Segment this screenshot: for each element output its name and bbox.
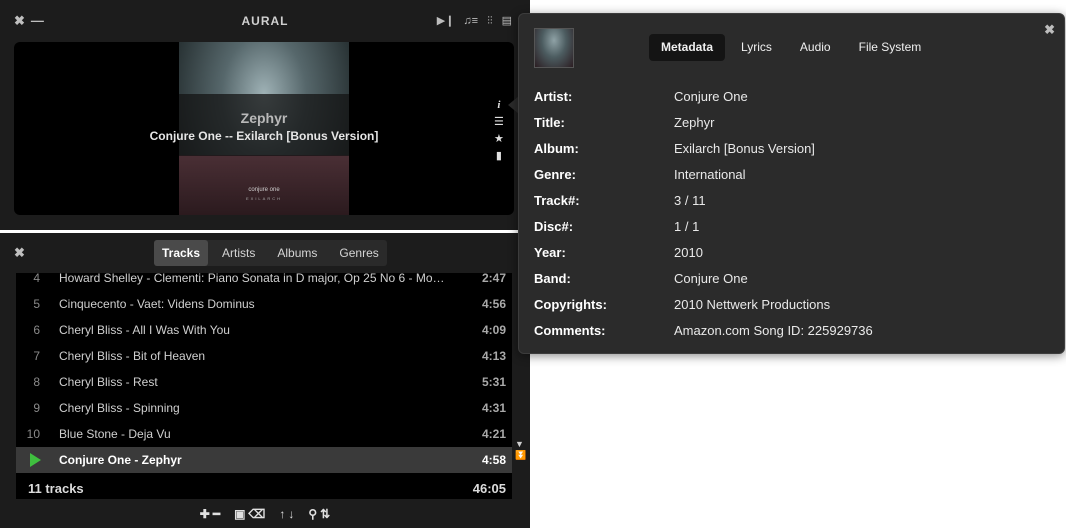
tab-file-system[interactable]: File System xyxy=(847,34,934,61)
now-playing-panel: conjure one EXILARCH Zephyr Conjure One … xyxy=(14,42,514,215)
album-cover-lower xyxy=(179,155,349,215)
metadata-value: Amazon.com Song ID: 225929736 xyxy=(674,323,873,338)
metadata-value: International xyxy=(674,167,746,182)
metadata-key: Album: xyxy=(534,141,579,156)
metadata-key: Copyrights: xyxy=(534,297,607,312)
metadata-value: 2010 Nettwerk Productions xyxy=(674,297,831,312)
track-duration: 4:58 xyxy=(481,453,506,467)
tab-artists[interactable]: Artists xyxy=(214,240,263,266)
metadata-value: Zephyr xyxy=(674,115,715,130)
track-number: 9 xyxy=(33,401,40,415)
track-info-popover: ✖ Metadata Lyrics Audio File System Arti… xyxy=(518,13,1065,354)
info-icon[interactable]: i xyxy=(497,98,500,112)
track-number: 7 xyxy=(33,349,40,363)
track-number: 8 xyxy=(33,375,40,389)
metadata-value: 1 / 1 xyxy=(674,219,700,234)
track-title: Cheryl Bliss - All I Was With You xyxy=(59,323,230,337)
metadata-value: Conjure One xyxy=(674,89,748,104)
scroll-controls: ▼ ⏬ xyxy=(515,440,526,460)
view-toggle-icons: ▶❙ ♫≡ ⫶⫶ ▤ xyxy=(437,14,512,28)
track-row[interactable]: 7 Cheryl Bliss - Bit of Heaven 4:13 xyxy=(16,343,512,369)
track-row[interactable]: 6 Cheryl Bliss - All I Was With You 4:09 xyxy=(16,317,512,343)
metadata-key: Year: xyxy=(534,245,566,260)
metadata-value: 3 / 11 xyxy=(674,193,706,208)
album-thumbnail xyxy=(534,28,574,68)
save-icon[interactable]: ▣ xyxy=(234,507,245,521)
tab-lyrics[interactable]: Lyrics xyxy=(729,34,784,61)
track-row[interactable]: 9 Cheryl Bliss - Spinning 4:31 xyxy=(16,395,512,421)
track-title: Blue Stone - Deja Vu xyxy=(59,427,171,441)
track-number: 4 xyxy=(33,273,40,285)
tab-metadata[interactable]: Metadata xyxy=(649,34,726,61)
metadata-key: Disc#: xyxy=(534,219,574,234)
track-row-playing[interactable]: Conjure One - Zephyr 4:58 xyxy=(16,447,512,473)
popover-close-icon[interactable]: ✖ xyxy=(1044,22,1055,38)
equalizer-icon[interactable]: ⫶⫶ xyxy=(487,14,493,28)
tab-albums[interactable]: Albums xyxy=(269,240,325,266)
metadata-key: Artist: xyxy=(534,89,573,104)
add-icon[interactable]: ✚ xyxy=(200,507,210,521)
search-icon[interactable]: ⚲ xyxy=(308,507,317,521)
track-number: 5 xyxy=(33,297,40,311)
player-view-icon[interactable]: ▶❙ xyxy=(437,14,455,28)
layout-icon[interactable]: ▤ xyxy=(502,14,512,28)
scroll-bottom-icon[interactable]: ⏬ xyxy=(515,451,526,460)
playlist-menu-icon[interactable]: ☰ xyxy=(494,115,504,129)
now-playing-subtitle: Conjure One -- Exilarch [Bonus Version] xyxy=(149,129,379,143)
scroll-down-icon[interactable]: ▼ xyxy=(515,440,526,449)
track-title: Cinquecento - Vaet: Videns Dominus xyxy=(59,297,255,311)
metadata-key: Comments: xyxy=(534,323,606,338)
track-title: Cheryl Bliss - Spinning xyxy=(59,401,180,415)
track-duration: 2:47 xyxy=(481,273,506,285)
track-row[interactable]: 5 Cinquecento - Vaet: Videns Dominus 4:5… xyxy=(16,291,512,317)
track-number: 10 xyxy=(26,427,40,441)
remove-icon[interactable]: ━ xyxy=(213,507,220,521)
track-row[interactable]: 8 Cheryl Bliss - Rest 5:31 xyxy=(16,369,512,395)
track-number: 6 xyxy=(33,323,40,337)
track-duration: 5:31 xyxy=(481,375,506,389)
track-duration: 4:31 xyxy=(481,401,506,415)
tab-audio[interactable]: Audio xyxy=(788,34,843,61)
track-list[interactable]: 4 Howard Shelley - Clementi: Piano Sonat… xyxy=(16,273,512,499)
metadata-value: 2010 xyxy=(674,245,703,260)
playlist-close-icon[interactable]: ✖ xyxy=(14,245,25,261)
total-duration: 46:05 xyxy=(472,481,506,496)
track-action-icons: i ☰ ★ ▮ xyxy=(494,98,504,163)
trash-icon[interactable]: ⌫ xyxy=(248,507,265,521)
player-window: ✖ — AURAL ▶❙ ♫≡ ⫶⫶ ▤ conjure one EXILARC… xyxy=(0,0,530,230)
metadata-value: Exilarch [Bonus Version] xyxy=(674,141,815,156)
track-duration: 4:56 xyxy=(481,297,506,311)
metadata-key: Track#: xyxy=(534,193,580,208)
cover-album-text: EXILARCH xyxy=(245,196,282,201)
track-title: Conjure One - Zephyr xyxy=(59,453,182,467)
cover-artist-text: conjure one xyxy=(248,187,280,193)
playlist-tabs: Tracks Artists Albums Genres xyxy=(154,240,387,266)
track-count: 11 tracks xyxy=(28,481,84,496)
move-down-icon[interactable]: ↓ xyxy=(288,507,294,521)
sort-icon[interactable]: ⇅ xyxy=(320,507,330,521)
playlist-view-icon[interactable]: ♫≡ xyxy=(463,14,478,28)
bookmark-icon[interactable]: ▮ xyxy=(496,149,502,163)
track-title: Cheryl Bliss - Rest xyxy=(59,375,158,389)
track-duration: 4:13 xyxy=(481,349,506,363)
now-playing-icon xyxy=(30,453,41,467)
tab-tracks[interactable]: Tracks xyxy=(154,240,209,266)
metadata-key: Genre: xyxy=(534,167,576,182)
track-title: Howard Shelley - Clementi: Piano Sonata … xyxy=(59,273,449,285)
track-row[interactable]: 4 Howard Shelley - Clementi: Piano Sonat… xyxy=(16,273,512,291)
metadata-key: Band: xyxy=(534,271,571,286)
info-tabs: Metadata Lyrics Audio File System xyxy=(649,34,933,61)
metadata-value: Conjure One xyxy=(674,271,748,286)
tab-genres[interactable]: Genres xyxy=(331,240,386,266)
track-title: Cheryl Bliss - Bit of Heaven xyxy=(59,349,206,363)
favorite-star-icon[interactable]: ★ xyxy=(494,132,504,146)
track-row[interactable]: 10 Blue Stone - Deja Vu 4:21 xyxy=(16,421,512,447)
playlist-toolbar: ✚ ━ ▣ ⌫ ↑ ↓ ⚲ ⇅ xyxy=(0,507,530,521)
metadata-key: Title: xyxy=(534,115,565,130)
playlist-window: ✖ Tracks Artists Albums Genres 4 Howard … xyxy=(0,233,530,528)
track-duration: 4:09 xyxy=(481,323,506,337)
now-playing-title: Zephyr xyxy=(240,110,288,126)
move-up-icon[interactable]: ↑ xyxy=(279,507,285,521)
track-duration: 4:21 xyxy=(481,427,506,441)
